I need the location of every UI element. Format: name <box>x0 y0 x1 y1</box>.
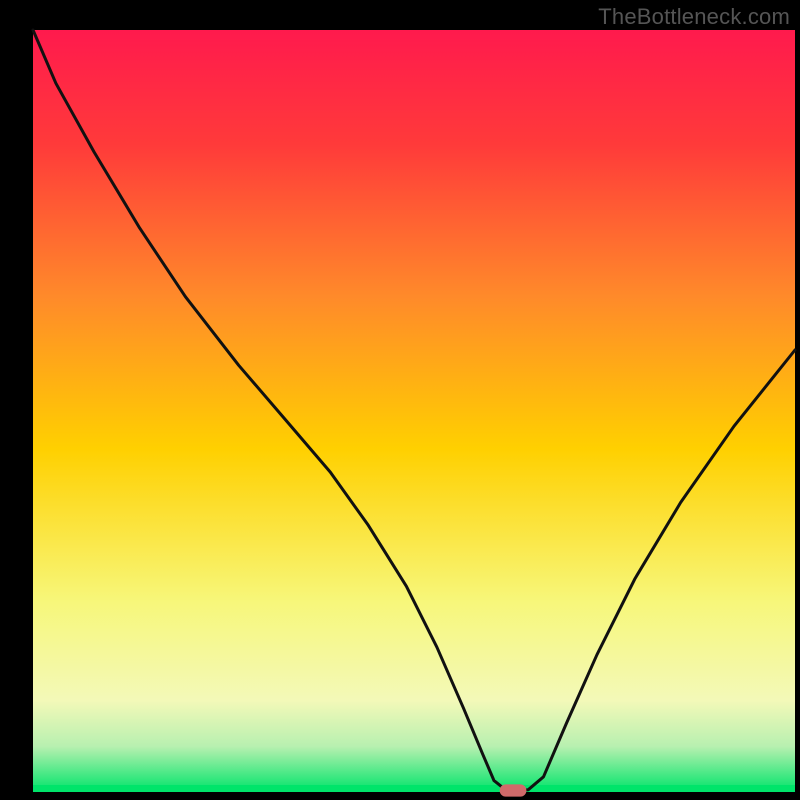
baseline-strip <box>33 785 795 792</box>
plot-background <box>33 30 795 792</box>
optimum-marker <box>500 784 527 796</box>
bottleneck-chart <box>0 0 800 800</box>
chart-container: TheBottleneck.com <box>0 0 800 800</box>
watermark-text: TheBottleneck.com <box>598 4 790 30</box>
